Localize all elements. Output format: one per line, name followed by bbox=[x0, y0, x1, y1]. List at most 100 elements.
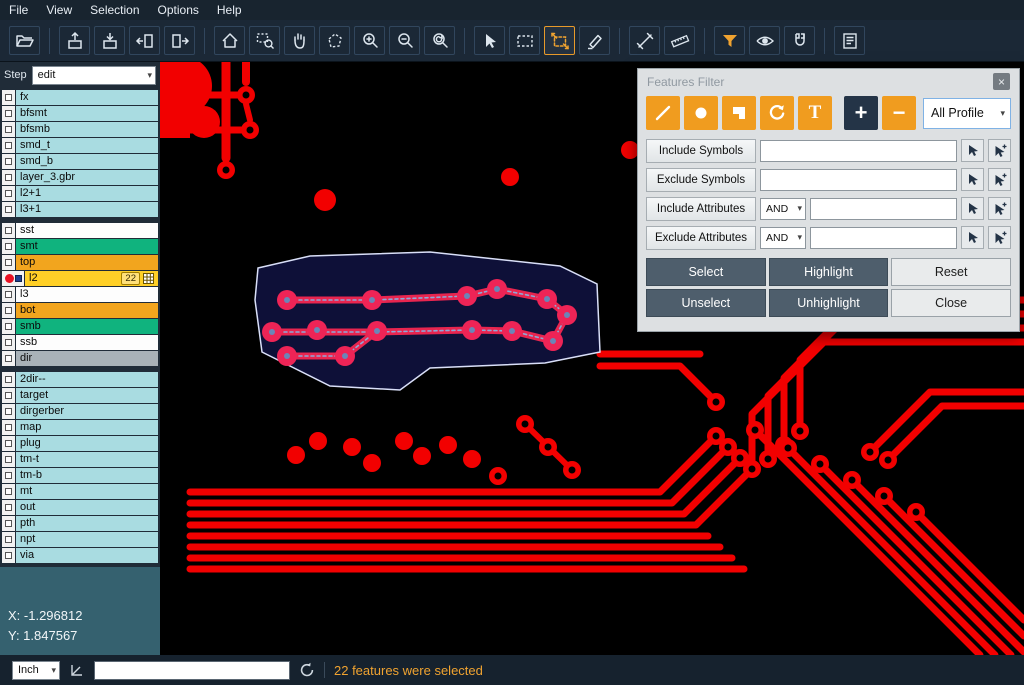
layer-visibility-checkbox[interactable] bbox=[2, 186, 15, 201]
menu-help[interactable]: Help bbox=[208, 0, 251, 20]
layer-row[interactable]: 2dir-- bbox=[2, 372, 158, 387]
layer-visibility-checkbox[interactable] bbox=[2, 106, 15, 121]
angle-corner-icon[interactable] bbox=[69, 662, 85, 678]
layer-visibility-checkbox[interactable] bbox=[2, 420, 15, 435]
layer-visibility-checkbox[interactable] bbox=[2, 404, 15, 419]
layer-row[interactable]: l3 bbox=[2, 287, 158, 302]
exclude-symbols-field[interactable] bbox=[760, 169, 957, 191]
layer-row[interactable]: l3+1 bbox=[2, 202, 158, 217]
layer-row[interactable]: layer_3.gbr bbox=[2, 170, 158, 185]
zoom-in-button[interactable] bbox=[354, 26, 385, 55]
layer-row[interactable]: top bbox=[2, 255, 158, 270]
layer-row[interactable]: tm-t bbox=[2, 452, 158, 467]
layer-visibility-checkbox[interactable] bbox=[2, 255, 15, 270]
layer-row[interactable]: npt bbox=[2, 532, 158, 547]
layer-row[interactable]: out bbox=[2, 500, 158, 515]
layer-visibility-checkbox[interactable] bbox=[2, 500, 15, 515]
pick-exclude-symbol-button[interactable] bbox=[961, 168, 984, 191]
exclude-symbols-button[interactable]: Exclude Symbols bbox=[646, 168, 756, 192]
layer-row[interactable]: bfsmb bbox=[2, 122, 158, 137]
command-input[interactable] bbox=[94, 661, 290, 680]
exclude-attributes-button[interactable]: Exclude Attributes bbox=[646, 226, 756, 250]
layer-visibility-checkbox[interactable] bbox=[2, 223, 15, 238]
step-select[interactable]: edit▾ bbox=[32, 66, 156, 85]
layer-visibility-checkbox[interactable] bbox=[2, 452, 15, 467]
shift-right-button[interactable] bbox=[164, 26, 195, 55]
layer-visibility-checkbox[interactable] bbox=[2, 202, 15, 217]
pan-button[interactable] bbox=[284, 26, 315, 55]
layer-row[interactable]: fx bbox=[2, 90, 158, 105]
surface-tool-button[interactable] bbox=[722, 96, 756, 130]
layer-visibility-checkbox[interactable] bbox=[2, 287, 15, 302]
layer-visibility-checkbox[interactable] bbox=[2, 532, 15, 547]
layer-visibility-checkbox[interactable] bbox=[2, 271, 24, 286]
report-button[interactable] bbox=[834, 26, 865, 55]
layer-row[interactable]: target bbox=[2, 388, 158, 403]
polygon-select-button[interactable] bbox=[319, 26, 350, 55]
select-transform-button[interactable] bbox=[544, 26, 575, 55]
measure-line-button[interactable] bbox=[629, 26, 660, 55]
select-button[interactable]: Select bbox=[646, 258, 766, 286]
exclude-attributes-field[interactable] bbox=[810, 227, 957, 249]
zoom-window-button[interactable] bbox=[249, 26, 280, 55]
add-filter-button[interactable]: + bbox=[844, 96, 878, 130]
include-attributes-button[interactable]: Include Attributes bbox=[646, 197, 756, 221]
home-view-button[interactable] bbox=[214, 26, 245, 55]
layer-row[interactable]: bot bbox=[2, 303, 158, 318]
layer-row[interactable]: smd_t bbox=[2, 138, 158, 153]
pick-symbol-button[interactable] bbox=[961, 139, 984, 162]
exclude-attributes-operator-select[interactable]: AND▾ bbox=[760, 227, 806, 249]
layer-visibility-checkbox[interactable] bbox=[2, 372, 15, 387]
layer-visibility-checkbox[interactable] bbox=[2, 154, 15, 169]
profile-select[interactable]: All Profile▾ bbox=[923, 98, 1011, 129]
layer-row[interactable]: dir bbox=[2, 351, 158, 366]
layer-visibility-checkbox[interactable] bbox=[2, 335, 15, 350]
layer-visibility-checkbox[interactable] bbox=[2, 138, 15, 153]
features-filter-button[interactable] bbox=[714, 26, 745, 55]
highlight-button[interactable]: Highlight bbox=[769, 258, 889, 286]
layer-row[interactable]: bfsmt bbox=[2, 106, 158, 121]
pick-exclude-attribute-button[interactable] bbox=[961, 226, 984, 249]
layer-row[interactable]: sst bbox=[2, 223, 158, 238]
pick-include-attribute-add-button[interactable] bbox=[988, 197, 1011, 220]
dialog-titlebar[interactable]: Features Filter × bbox=[638, 69, 1019, 94]
layer-visibility-checkbox[interactable] bbox=[2, 388, 15, 403]
menu-file[interactable]: File bbox=[0, 0, 37, 20]
layer-visibility-checkbox[interactable] bbox=[2, 548, 15, 563]
close-button[interactable]: Close bbox=[891, 289, 1011, 317]
import-down-button[interactable] bbox=[94, 26, 125, 55]
include-attributes-operator-select[interactable]: AND▾ bbox=[760, 198, 806, 220]
remove-filter-button[interactable]: − bbox=[882, 96, 916, 130]
select-rectangle-button[interactable] bbox=[509, 26, 540, 55]
include-symbols-button[interactable]: Include Symbols bbox=[646, 139, 756, 163]
layer-visibility-checkbox[interactable] bbox=[2, 436, 15, 451]
layer-row[interactable]: ssb bbox=[2, 335, 158, 350]
layer-visibility-checkbox[interactable] bbox=[2, 468, 15, 483]
layer-visibility-checkbox[interactable] bbox=[2, 484, 15, 499]
refresh-icon[interactable] bbox=[299, 662, 315, 678]
line-tool-button[interactable] bbox=[646, 96, 680, 130]
unhighlight-button[interactable]: Unhighlight bbox=[769, 289, 889, 317]
pick-symbol-add-button[interactable] bbox=[988, 139, 1011, 162]
reset-button[interactable]: Reset bbox=[891, 258, 1011, 286]
layer-visibility-checkbox[interactable] bbox=[2, 239, 15, 254]
layer-visibility-checkbox[interactable] bbox=[2, 319, 15, 334]
pick-exclude-symbol-add-button[interactable] bbox=[988, 168, 1011, 191]
dialog-close-button[interactable]: × bbox=[993, 73, 1010, 90]
layer-row-active[interactable]: l2 22 bbox=[2, 271, 158, 286]
layer-visibility-checkbox[interactable] bbox=[2, 303, 15, 318]
ruler-button[interactable] bbox=[664, 26, 695, 55]
export-up-button[interactable] bbox=[59, 26, 90, 55]
unit-select[interactable]: Inch▾ bbox=[12, 661, 60, 680]
layer-row[interactable]: map bbox=[2, 420, 158, 435]
pick-include-attribute-button[interactable] bbox=[961, 197, 984, 220]
layer-visibility-checkbox[interactable] bbox=[2, 90, 15, 105]
menu-options[interactable]: Options bbox=[149, 0, 208, 20]
arc-tool-button[interactable] bbox=[760, 96, 794, 130]
shift-left-button[interactable] bbox=[129, 26, 160, 55]
layer-row[interactable]: smb bbox=[2, 319, 158, 334]
layer-visibility-checkbox[interactable] bbox=[2, 170, 15, 185]
layer-row[interactable]: pth bbox=[2, 516, 158, 531]
layer-visibility-checkbox[interactable] bbox=[2, 351, 15, 366]
view-options-button[interactable] bbox=[749, 26, 780, 55]
